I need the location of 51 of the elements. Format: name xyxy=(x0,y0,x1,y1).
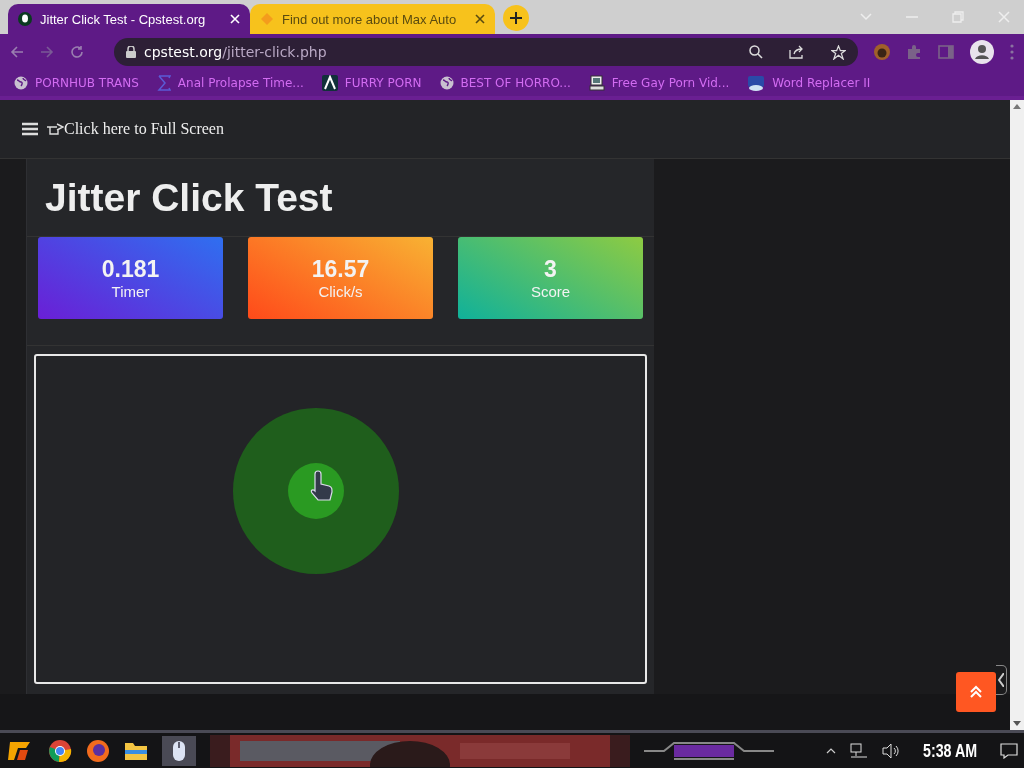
menu-icon[interactable] xyxy=(22,122,38,136)
bookmark-link[interactable]: BEST OF HORRO... xyxy=(460,76,571,90)
browser-tab[interactable]: Jitter Click Test - Cpstest.org xyxy=(8,4,250,34)
stat-value: 3 xyxy=(544,256,557,283)
lambda-icon xyxy=(321,75,338,91)
close-icon[interactable] xyxy=(475,14,485,24)
speaker-icon[interactable] xyxy=(881,742,900,759)
notification-icon[interactable] xyxy=(1000,742,1018,759)
scroll-up-arrow-icon[interactable] xyxy=(1013,104,1021,109)
new-tab-button[interactable] xyxy=(503,5,529,31)
mouse-icon[interactable] xyxy=(162,735,196,766)
address-bar[interactable]: cpstest.org/jitter-click.php xyxy=(114,38,858,66)
diamond-icon xyxy=(260,12,274,26)
globe-icon xyxy=(14,76,28,90)
plus-icon[interactable] xyxy=(510,12,522,24)
reload-icon[interactable] xyxy=(70,45,84,59)
click-area[interactable] xyxy=(34,354,647,684)
avatar-icon[interactable] xyxy=(874,44,890,60)
share-icon[interactable] xyxy=(789,45,805,59)
bookmark-link[interactable]: Free Gay Porn Vid... xyxy=(611,76,730,90)
sigma-icon xyxy=(156,75,171,91)
scrollbar[interactable] xyxy=(1010,100,1024,730)
search-icon[interactable] xyxy=(749,45,763,59)
chrome-icon[interactable] xyxy=(48,738,72,763)
lock-icon xyxy=(126,46,136,58)
stat-label: Timer xyxy=(111,283,150,300)
scroll-down-arrow-icon[interactable] xyxy=(1013,721,1021,726)
bookmark-link[interactable]: PORNHUB TRANS xyxy=(35,76,139,90)
profile-icon[interactable] xyxy=(970,40,994,64)
stat-label: Click/s xyxy=(318,283,363,300)
firefox-icon[interactable] xyxy=(86,738,110,763)
full-screen-link[interactable]: Click here to Full Screen xyxy=(64,120,224,138)
bookmark-link[interactable]: Word Replacer II xyxy=(772,76,871,90)
folder-icon[interactable] xyxy=(124,740,148,761)
globe-icon xyxy=(439,76,454,90)
stat-value: 16.57 xyxy=(311,256,370,283)
computer-icon xyxy=(588,75,605,91)
network-icon[interactable] xyxy=(849,742,868,759)
back-arrow-icon[interactable] xyxy=(10,45,24,59)
double-chevron-up-icon xyxy=(969,685,983,699)
stat-label: Score xyxy=(530,283,571,300)
pointing-hand-icon xyxy=(46,121,64,137)
chevron-up-icon[interactable] xyxy=(825,747,836,754)
star-icon[interactable] xyxy=(831,44,846,60)
stat-value: 0.181 xyxy=(101,256,160,283)
url-text: cpstest.org/jitter-click.php xyxy=(144,44,327,60)
bookmark-link[interactable]: Anal Prolapse Time... xyxy=(177,76,304,90)
clock[interactable]: 5:38 AM xyxy=(922,739,977,762)
browser-tab[interactable]: Find out more about Max Auto xyxy=(250,4,495,34)
bookmark-link[interactable]: FURRY PORN xyxy=(344,76,422,90)
target-drawing[interactable] xyxy=(231,406,401,576)
